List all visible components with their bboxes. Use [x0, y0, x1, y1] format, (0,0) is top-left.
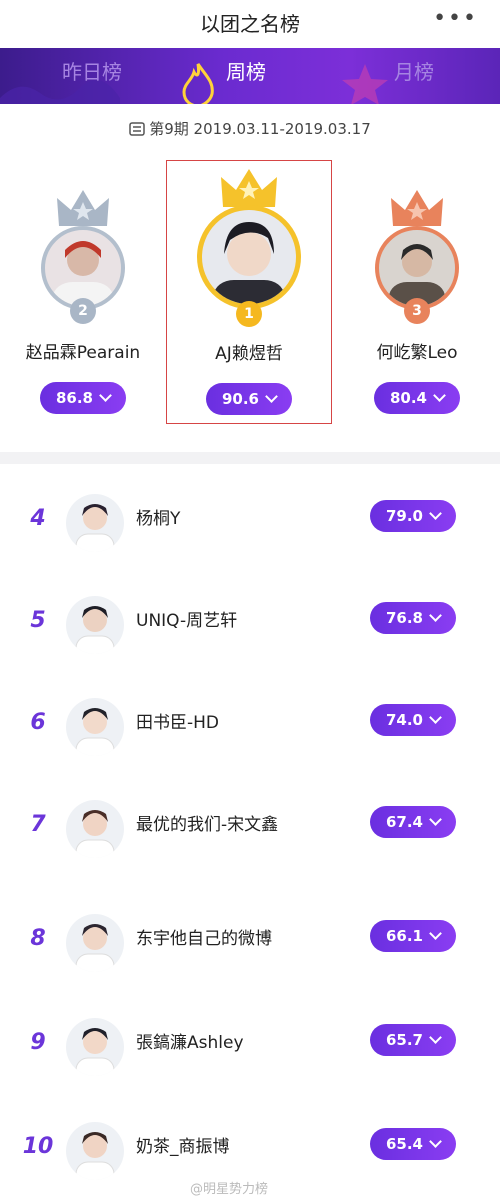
podium-second[interactable]: 2 赵品霖Pearain 86.8 — [0, 160, 166, 424]
artist-name: 最优的我们-宋文鑫 — [136, 815, 279, 835]
avatar — [66, 1018, 124, 1076]
score-button[interactable]: 86.8 — [40, 382, 126, 414]
score-value: 86.8 — [55, 389, 93, 407]
artist-name: 赵品霖Pearain — [25, 343, 141, 363]
chevron-down-icon — [429, 813, 442, 826]
bronze-crown-icon — [391, 190, 443, 226]
rank-number: 9 — [30, 1030, 46, 1055]
watermark-text: @明星势力榜 — [190, 1182, 269, 1197]
avatar — [66, 1122, 124, 1180]
artist-name: 張鎬濂Ashley — [136, 1033, 244, 1053]
score-value: 67.4 — [385, 813, 423, 831]
score-button[interactable]: 65.7 — [370, 1024, 456, 1056]
section-divider — [0, 452, 500, 464]
artist-name: 奶茶_商振博 — [136, 1137, 230, 1157]
list-item[interactable]: 9 張鎬濂Ashley 65.7 — [0, 1010, 500, 1090]
score-button[interactable]: 66.1 — [370, 920, 456, 952]
period-text: 第9期 2019.03.11-2019.03.17 — [149, 120, 371, 138]
avatar — [66, 698, 124, 756]
rank-number: 6 — [30, 710, 46, 735]
artist-name: AJ赖煜哲 — [215, 344, 283, 364]
score-value: 79.0 — [385, 507, 423, 525]
artist-name: 田书臣-HD — [136, 713, 220, 733]
score-button[interactable]: 79.0 — [370, 500, 456, 532]
chevron-down-icon — [429, 927, 442, 940]
tab-weekly[interactable]: 周榜 — [226, 56, 266, 85]
chevron-down-icon — [99, 389, 112, 402]
more-menu-icon[interactable]: ••• — [433, 6, 478, 31]
page-title: 以团之名榜 — [200, 12, 300, 36]
tab-bar: 昨日榜 周榜 月榜 — [0, 48, 500, 104]
avatar — [66, 596, 124, 654]
calendar-icon — [129, 122, 145, 140]
score-value: 66.1 — [385, 927, 423, 945]
score-button[interactable]: 67.4 — [370, 806, 456, 838]
rank-number: 4 — [30, 506, 46, 531]
star-decoration-icon — [342, 64, 388, 104]
score-value: 76.8 — [385, 609, 423, 627]
avatar — [197, 205, 301, 309]
rank-number: 5 — [30, 608, 46, 633]
score-value: 65.4 — [385, 1135, 423, 1153]
chevron-down-icon — [433, 389, 446, 402]
chevron-down-icon — [429, 609, 442, 622]
rank-number: 8 — [30, 926, 46, 951]
list-item[interactable]: 4 杨桐Y 79.0 — [0, 486, 500, 566]
rank-number: 10 — [22, 1134, 54, 1159]
artist-name: 杨桐Y — [136, 509, 181, 529]
podium-third[interactable]: 3 何屹繁Leo 80.4 — [334, 160, 500, 424]
chevron-down-icon — [429, 507, 442, 520]
avatar — [66, 800, 124, 858]
artist-name: 东宇他自己的微博 — [136, 929, 272, 949]
period-info: 第9期 2019.03.11-2019.03.17 — [0, 118, 500, 140]
chevron-down-icon — [429, 1031, 442, 1044]
score-value: 74.0 — [385, 711, 423, 729]
score-button[interactable]: 80.4 — [374, 382, 460, 414]
score-value: 65.7 — [385, 1031, 423, 1049]
silver-crown-icon — [57, 190, 109, 226]
rank-badge: 1 — [236, 301, 262, 327]
artist-name: 何屹繁Leo — [376, 343, 458, 363]
score-button[interactable]: 74.0 — [370, 704, 456, 736]
list-item[interactable]: 7 最优的我们-宋文鑫 67.4 — [0, 792, 500, 872]
score-button[interactable]: 76.8 — [370, 602, 456, 634]
score-value: 90.6 — [221, 390, 259, 408]
flame-decoration-icon — [182, 63, 214, 104]
score-value: 80.4 — [389, 389, 427, 407]
rank-badge: 2 — [70, 298, 96, 324]
title-bar: 以团之名榜 ••• — [0, 0, 500, 48]
rank-number: 7 — [30, 812, 46, 837]
list-item[interactable]: 5 UNIQ-周艺轩 76.8 — [0, 588, 500, 668]
avatar — [66, 494, 124, 552]
score-button[interactable]: 65.4 — [370, 1128, 456, 1160]
artist-name: UNIQ-周艺轩 — [136, 611, 238, 631]
chevron-down-icon — [429, 1135, 442, 1148]
rank-badge: 3 — [404, 298, 430, 324]
tab-yesterday[interactable]: 昨日榜 — [62, 56, 122, 85]
podium-first[interactable]: 1 AJ赖煜哲 90.6 — [166, 160, 332, 424]
tab-monthly[interactable]: 月榜 — [394, 56, 434, 85]
list-item[interactable]: 6 田书臣-HD 74.0 — [0, 690, 500, 770]
chevron-down-icon — [265, 390, 278, 403]
score-button[interactable]: 90.6 — [206, 383, 292, 415]
chevron-down-icon — [429, 711, 442, 724]
list-item[interactable]: 8 东宇他自己的微博 66.1 — [0, 906, 500, 986]
avatar — [66, 914, 124, 972]
